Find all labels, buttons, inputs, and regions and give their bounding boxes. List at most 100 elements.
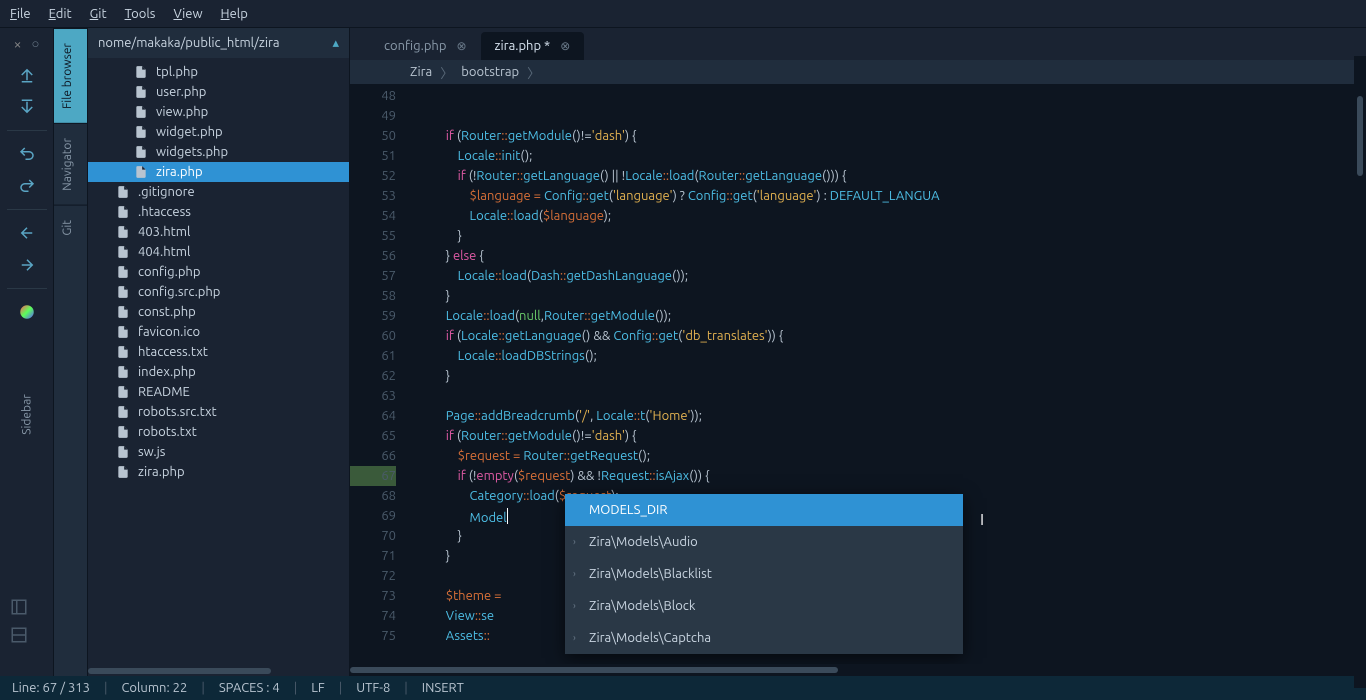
autocomplete-item[interactable]: ›Zira\Models\Block xyxy=(565,590,963,622)
file-item[interactable]: zira.php xyxy=(88,162,349,182)
file-item[interactable]: .htaccess xyxy=(88,202,349,222)
chevron-up-icon[interactable]: ▴ xyxy=(332,36,339,51)
close-icon[interactable]: × xyxy=(14,36,22,52)
file-name: widget.php xyxy=(156,125,223,139)
file-name: tpl.php xyxy=(156,65,198,79)
chevron-right-icon: › xyxy=(573,564,576,584)
file-item[interactable]: robots.txt xyxy=(88,422,349,442)
file-item[interactable]: favicon.ico xyxy=(88,322,349,342)
file-item[interactable]: htaccess.txt xyxy=(88,342,349,362)
status-encoding[interactable]: UTF-8 xyxy=(356,681,390,695)
layout-icon[interactable] xyxy=(10,626,28,644)
editor-tabbar: config.php ⊗ zira.php * ⊗ xyxy=(350,28,1366,60)
file-item[interactable]: config.src.php xyxy=(88,282,349,302)
autocomplete-item[interactable]: ›Zira\Models\Captcha xyxy=(565,622,963,654)
dot-icon[interactable]: ○ xyxy=(32,36,40,52)
file-item[interactable]: zira.php xyxy=(88,462,349,482)
file-name: zira.php xyxy=(156,165,203,179)
menubar: File Edit Git Tools View Help xyxy=(0,0,1366,28)
tab-zira[interactable]: zira.php * ⊗ xyxy=(481,32,585,60)
breadcrumb-item[interactable]: Zira xyxy=(410,65,432,79)
editor-scrollbar-h[interactable] xyxy=(350,664,1366,676)
file-name: 403.html xyxy=(138,225,190,239)
path-bar[interactable]: nome/makaka/public_html/zira ▴ xyxy=(88,28,349,58)
file-item[interactable]: .gitignore xyxy=(88,182,349,202)
panel-tabs: File browser Navigator Git xyxy=(54,28,88,676)
autocomplete-popup[interactable]: MODELS_DIR›Zira\Models\Audio›Zira\Models… xyxy=(565,494,963,654)
status-spaces[interactable]: SPACES : 4 xyxy=(219,681,280,695)
status-column: Column: 22 xyxy=(121,681,187,695)
autocomplete-item[interactable]: MODELS_DIR xyxy=(565,494,963,526)
file-name: sw.js xyxy=(138,445,165,459)
back-icon[interactable] xyxy=(18,224,36,242)
left-toolbar: × ○ Sidebar xyxy=(0,28,54,676)
file-name: const.php xyxy=(138,305,196,319)
menu-help[interactable]: Help xyxy=(221,7,248,21)
editor-area: config.php ⊗ zira.php * ⊗ Zira 〉 bootstr… xyxy=(350,28,1366,676)
text-cursor-icon: I xyxy=(980,510,984,530)
status-mode: INSERT xyxy=(422,681,464,695)
file-item[interactable]: user.php xyxy=(88,82,349,102)
close-icon[interactable]: ⊗ xyxy=(456,39,466,53)
statusbar: Line: 67 / 313| Column: 22| SPACES : 4| … xyxy=(0,676,1366,700)
file-name: robots.src.txt xyxy=(138,405,217,419)
status-eol[interactable]: LF xyxy=(311,681,324,695)
tab-label: config.php xyxy=(384,39,446,53)
tab-label: zira.php * xyxy=(495,39,551,53)
menu-file[interactable]: File xyxy=(10,7,31,21)
panel-tab-navigator[interactable]: Navigator xyxy=(54,123,87,205)
menu-edit[interactable]: Edit xyxy=(49,7,72,21)
color-icon[interactable] xyxy=(18,303,36,321)
file-item[interactable]: sw.js xyxy=(88,442,349,462)
file-name: robots.txt xyxy=(138,425,197,439)
redo-icon[interactable] xyxy=(18,177,36,195)
file-list[interactable]: tpl.php user.phpview.php widget.php widgets… xyxy=(88,58,349,666)
chevron-right-icon: › xyxy=(573,532,576,552)
file-name: README xyxy=(138,385,190,399)
status-line: Line: 67 / 313 xyxy=(12,681,90,695)
autocomplete-item[interactable]: ›Zira\Models\Audio xyxy=(565,526,963,558)
file-name: config.src.php xyxy=(138,285,220,299)
sidebar-label: Sidebar xyxy=(20,394,33,435)
file-item[interactable]: 403.html xyxy=(88,222,349,242)
code-body[interactable]: if (Router::getModule()!='dash') { Local… xyxy=(410,84,1366,664)
file-name: zira.php xyxy=(138,465,185,479)
upload-icon[interactable] xyxy=(18,66,36,84)
panel-icon[interactable] xyxy=(10,598,28,616)
file-name: .gitignore xyxy=(138,185,195,199)
breadcrumb-item[interactable]: bootstrap xyxy=(461,65,519,79)
forward-icon[interactable] xyxy=(18,256,36,274)
autocomplete-item[interactable]: ›Zira\Models\Blacklist xyxy=(565,558,963,590)
chevron-right-icon: 〉 xyxy=(527,63,540,82)
menu-git[interactable]: Git xyxy=(90,7,107,21)
file-item[interactable]: index.php xyxy=(88,362,349,382)
editor-scrollbar-v[interactable] xyxy=(1354,56,1366,676)
file-item[interactable]: widget.php xyxy=(88,122,349,142)
close-icon[interactable]: ⊗ xyxy=(560,39,570,53)
file-item[interactable]: view.php xyxy=(88,102,349,122)
file-scrollbar-h[interactable] xyxy=(88,666,349,676)
chevron-right-icon: › xyxy=(573,596,576,616)
chevron-right-icon: › xyxy=(573,628,576,648)
menu-view[interactable]: View xyxy=(173,7,202,21)
file-name: index.php xyxy=(138,365,196,379)
file-name: widgets.php xyxy=(156,145,228,159)
file-item[interactable]: const.php xyxy=(88,302,349,322)
panel-tab-file-browser[interactable]: File browser xyxy=(54,28,87,123)
file-item[interactable]: widgets.php xyxy=(88,142,349,162)
path-text: nome/makaka/public_html/zira xyxy=(98,36,280,50)
file-item[interactable]: 404.html xyxy=(88,242,349,262)
download-icon[interactable] xyxy=(18,98,36,116)
file-item[interactable]: README xyxy=(88,382,349,402)
file-item[interactable]: config.php xyxy=(88,262,349,282)
code-editor[interactable]: 4849505152535455565758596061626364656667… xyxy=(350,84,1366,664)
panel-tab-git[interactable]: Git xyxy=(54,205,87,250)
tab-config[interactable]: config.php ⊗ xyxy=(370,32,481,60)
breadcrumb: Zira 〉 bootstrap 〉 xyxy=(350,60,1366,84)
menu-tools[interactable]: Tools xyxy=(125,7,156,21)
file-name: .htaccess xyxy=(138,205,191,219)
chevron-right-icon: 〉 xyxy=(440,63,453,82)
file-item[interactable]: robots.src.txt xyxy=(88,402,349,422)
file-item[interactable]: tpl.php xyxy=(88,62,349,82)
undo-icon[interactable] xyxy=(18,145,36,163)
